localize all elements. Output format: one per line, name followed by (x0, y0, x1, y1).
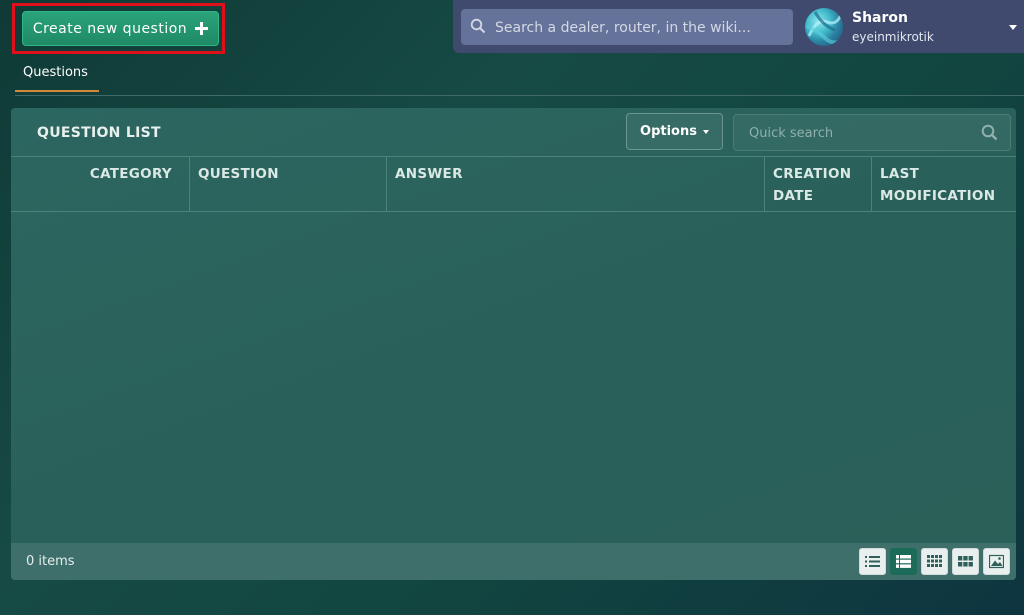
search-icon (470, 18, 486, 34)
caret-down-icon (702, 129, 709, 134)
image-view-icon (989, 554, 1004, 569)
grid-small-view-button[interactable] (921, 548, 948, 575)
tab-divider (15, 95, 1024, 96)
grid-large-view-button[interactable] (952, 548, 979, 575)
search-icon[interactable] (981, 124, 998, 141)
panel-footer: 0 items (11, 543, 1016, 580)
list-view-icon (865, 556, 880, 567)
create-new-question-button[interactable]: Create new question (22, 11, 219, 46)
chevron-down-icon[interactable] (1009, 25, 1017, 30)
options-button[interactable]: Options (626, 113, 723, 150)
top-bar: Create new question Sharon eyeinmikrotik (0, 0, 1024, 56)
table-view-button[interactable] (890, 548, 917, 575)
quick-search[interactable] (733, 114, 1011, 152)
table-header: CATEGORY QUESTION ANSWER CREATION DATE L… (11, 156, 1016, 212)
list-view-button[interactable] (859, 548, 886, 575)
global-search-input[interactable] (493, 9, 792, 47)
column-header-creation-date[interactable]: CREATION DATE (765, 157, 872, 211)
user-handle: eyeinmikrotik (852, 30, 934, 44)
question-list-panel: QUESTION LIST Options CATEGORY QUESTION … (11, 108, 1016, 580)
table-view-icon (896, 555, 911, 568)
plus-icon (195, 22, 209, 35)
global-search[interactable] (461, 9, 793, 47)
create-button-label: Create new question (32, 20, 188, 37)
tab-questions[interactable]: Questions (15, 62, 99, 92)
user-name[interactable]: Sharon (852, 10, 908, 26)
avatar-image (806, 11, 843, 45)
column-header-question[interactable]: QUESTION (190, 157, 387, 211)
quick-search-input[interactable] (747, 115, 981, 152)
column-header-answer[interactable]: ANSWER (387, 157, 765, 211)
image-view-button[interactable] (983, 548, 1010, 575)
column-header-last-modification[interactable]: LAST MODIFICATION (872, 157, 1016, 211)
avatar[interactable] (805, 8, 843, 46)
grid-small-view-icon (927, 555, 942, 567)
grid-large-view-icon (958, 556, 973, 567)
items-count: 0 items (26, 554, 75, 569)
column-header-category[interactable]: CATEGORY (11, 157, 190, 211)
header-right: Sharon eyeinmikrotik (453, 0, 1024, 53)
panel-title: QUESTION LIST (37, 125, 161, 141)
options-label: Options (640, 124, 697, 139)
